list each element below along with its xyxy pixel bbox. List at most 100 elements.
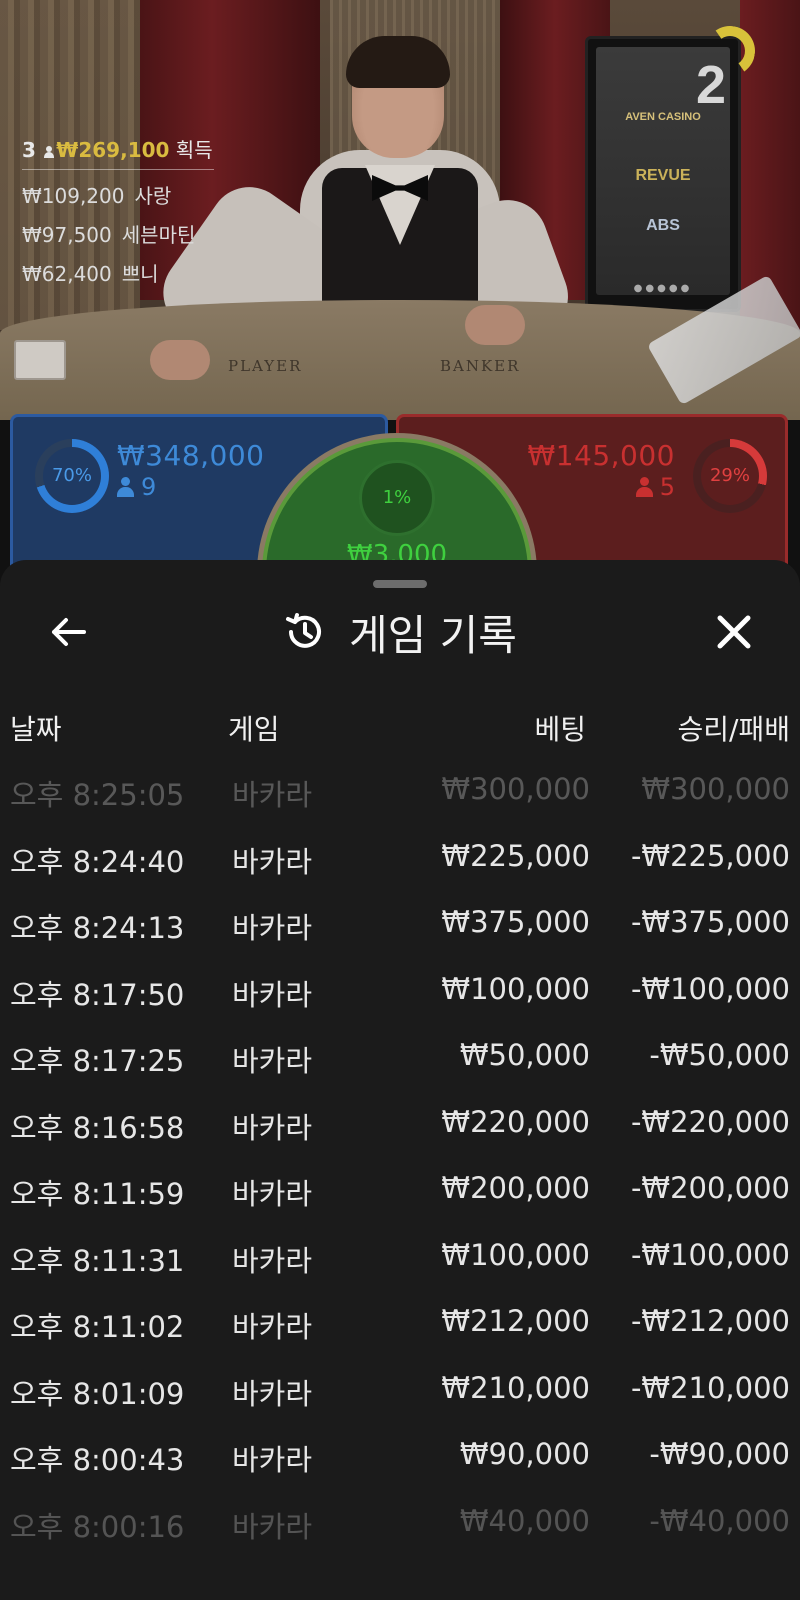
- live-video: AVEN CASINO REVUE ABS ●●●●● 2 PLAYER BAN…: [0, 0, 800, 420]
- dealer-hand: [150, 340, 210, 380]
- row-bet: ₩225,000: [441, 838, 590, 873]
- close-icon: [717, 615, 751, 649]
- monitor-pager-dots: ●●●●●: [633, 283, 693, 294]
- row-result: ₩300,000: [641, 772, 790, 806]
- row-game: 바카라: [232, 1177, 313, 1211]
- row-game: 바카라: [232, 1509, 313, 1544]
- row-result: -₩90,000: [649, 1437, 790, 1471]
- winners-header: 3 ₩269,100 획득: [22, 134, 214, 170]
- winner-name: 사랑: [134, 184, 172, 208]
- row-date: 오후 8:00:16: [10, 1509, 185, 1544]
- row-bet: ₩300,000: [441, 772, 590, 806]
- round-number: 2: [696, 55, 727, 115]
- player-bettor-count: 9: [141, 473, 157, 501]
- game-history-sheet: 게임 기록 날짜 게임 베팅 승리/패배 오후 8:25:05 바카라 ₩300…: [0, 560, 800, 1600]
- row-date: 오후 8:24:40: [10, 844, 185, 879]
- row-result: -₩210,000: [630, 1370, 790, 1405]
- player-bet-total: ₩348,000: [117, 439, 265, 472]
- table-row[interactable]: 오후 8:00:16 바카라 ₩40,000 -₩40,000: [0, 1488, 800, 1555]
- bottom-fade: [0, 1550, 800, 1600]
- row-game: 바카라: [232, 778, 313, 812]
- row-date: 오후 8:01:09: [10, 1376, 185, 1411]
- banker-bettors: 5: [635, 473, 675, 501]
- table-row[interactable]: 오후 8:17:25 바카라 ₩50,000 -₩50,000: [0, 1022, 800, 1089]
- row-result: -₩40,000: [649, 1503, 790, 1538]
- winner-name: 세븐마틴: [121, 223, 196, 247]
- row-result: -₩375,000: [630, 905, 790, 939]
- winner-amount: ₩109,200: [22, 184, 125, 208]
- table-row[interactable]: 오후 8:24:13 바카라 ₩375,000 -₩375,000: [0, 889, 800, 956]
- row-result: -₩220,000: [630, 1104, 790, 1139]
- table-row[interactable]: 오후 8:25:05 바카라 ₩300,000 ₩300,000: [0, 756, 800, 823]
- sponsor-logo: ABS: [646, 217, 680, 234]
- row-bet: ₩40,000: [459, 1503, 590, 1538]
- row-date: 오후 8:11:02: [10, 1310, 185, 1344]
- row-date: 오후 8:25:05: [10, 778, 185, 812]
- banker-percent: 29%: [709, 465, 750, 486]
- winners-count: 3: [22, 138, 36, 162]
- player-percent: 70%: [51, 465, 92, 486]
- row-date: 오후 8:17:25: [10, 1044, 185, 1078]
- sheet-header: 게임 기록: [0, 604, 800, 660]
- player-bettors: 9: [117, 473, 156, 501]
- row-game: 바카라: [232, 1376, 313, 1411]
- row-game: 바카라: [232, 1044, 313, 1078]
- row-date: 오후 8:11:31: [10, 1243, 185, 1278]
- row-date: 오후 8:17:50: [10, 977, 185, 1012]
- row-bet: ₩220,000: [441, 1104, 590, 1139]
- sheet-title: 게임 기록: [349, 610, 517, 660]
- row-result: -₩100,000: [630, 1237, 790, 1272]
- row-result: -₩200,000: [630, 1171, 790, 1205]
- row-date: 오후 8:24:13: [10, 911, 185, 945]
- dealer-hair: [346, 36, 450, 88]
- user-icon: [635, 477, 653, 497]
- table-row[interactable]: 오후 8:11:02 바카라 ₩212,000 -₩212,000: [0, 1288, 800, 1355]
- row-result: -₩212,000: [630, 1304, 790, 1338]
- row-bet: ₩375,000: [441, 905, 590, 939]
- table-row[interactable]: 오후 8:11:31 바카라 ₩100,000 -₩100,000: [0, 1222, 800, 1289]
- table-row[interactable]: 오후 8:11:59 바카라 ₩200,000 -₩200,000: [0, 1155, 800, 1222]
- column-header-result: 승리/패배: [677, 713, 790, 746]
- table-row[interactable]: 오후 8:16:58 바카라 ₩220,000 -₩220,000: [0, 1089, 800, 1156]
- winner-amount: ₩97,500: [22, 223, 112, 247]
- sponsor-logo: REVUE: [635, 167, 691, 184]
- tie-percent-ring: 1%: [359, 460, 435, 536]
- row-bet: ₩100,000: [441, 1237, 590, 1272]
- winners-suffix: 획득: [175, 138, 213, 162]
- table-row[interactable]: 오후 8:24:40 바카라 ₩225,000 -₩225,000: [0, 823, 800, 890]
- history-table: 오후 8:25:05 바카라 ₩300,000 ₩300,000 오후 8:24…: [0, 756, 800, 1554]
- row-bet: ₩210,000: [441, 1370, 590, 1405]
- winner-row: ₩62,400 쁘니: [22, 258, 214, 287]
- close-button[interactable]: [706, 604, 762, 660]
- sheet-drag-handle[interactable]: [373, 580, 427, 588]
- winner-amount: ₩62,400: [22, 262, 112, 286]
- table-banker-label: BANKER: [440, 357, 521, 375]
- table-row[interactable]: 오후 8:17:50 바카라 ₩100,000 -₩100,000: [0, 956, 800, 1023]
- winners-list: 3 ₩269,100 획득 ₩109,200 사랑 ₩97,500 세븐마틴 ₩62…: [22, 134, 214, 287]
- column-header-bet: 베팅: [534, 713, 586, 746]
- row-bet: ₩212,000: [441, 1304, 590, 1338]
- row-date: 오후 8:00:43: [10, 1443, 185, 1477]
- row-bet: ₩100,000: [441, 971, 590, 1006]
- winners-total: ₩269,100: [56, 138, 170, 162]
- player-percent-ring: 70%: [35, 439, 109, 513]
- table-player-label: PLAYER: [228, 357, 303, 375]
- winner-row: ₩97,500 세븐마틴: [22, 219, 214, 248]
- row-result: -₩100,000: [630, 971, 790, 1006]
- row-result: -₩225,000: [630, 838, 790, 873]
- table-row[interactable]: 오후 8:01:09 바카라 ₩210,000 -₩210,000: [0, 1355, 800, 1422]
- table-row[interactable]: 오후 8:00:43 바카라 ₩90,000 -₩90,000: [0, 1421, 800, 1488]
- dealer-hand: [465, 305, 525, 345]
- user-icon: [44, 146, 55, 158]
- card-stack: [14, 340, 66, 380]
- row-result: -₩50,000: [649, 1038, 790, 1072]
- row-bet: ₩50,000: [459, 1038, 590, 1072]
- column-header-game: 게임: [228, 713, 280, 746]
- row-date: 오후 8:11:59: [10, 1177, 185, 1211]
- row-game: 바카라: [232, 911, 313, 945]
- row-game: 바카라: [232, 977, 313, 1012]
- row-bet: ₩90,000: [459, 1437, 590, 1471]
- row-game: 바카라: [232, 1110, 313, 1145]
- user-icon: [117, 477, 134, 497]
- row-game: 바카라: [232, 1243, 313, 1278]
